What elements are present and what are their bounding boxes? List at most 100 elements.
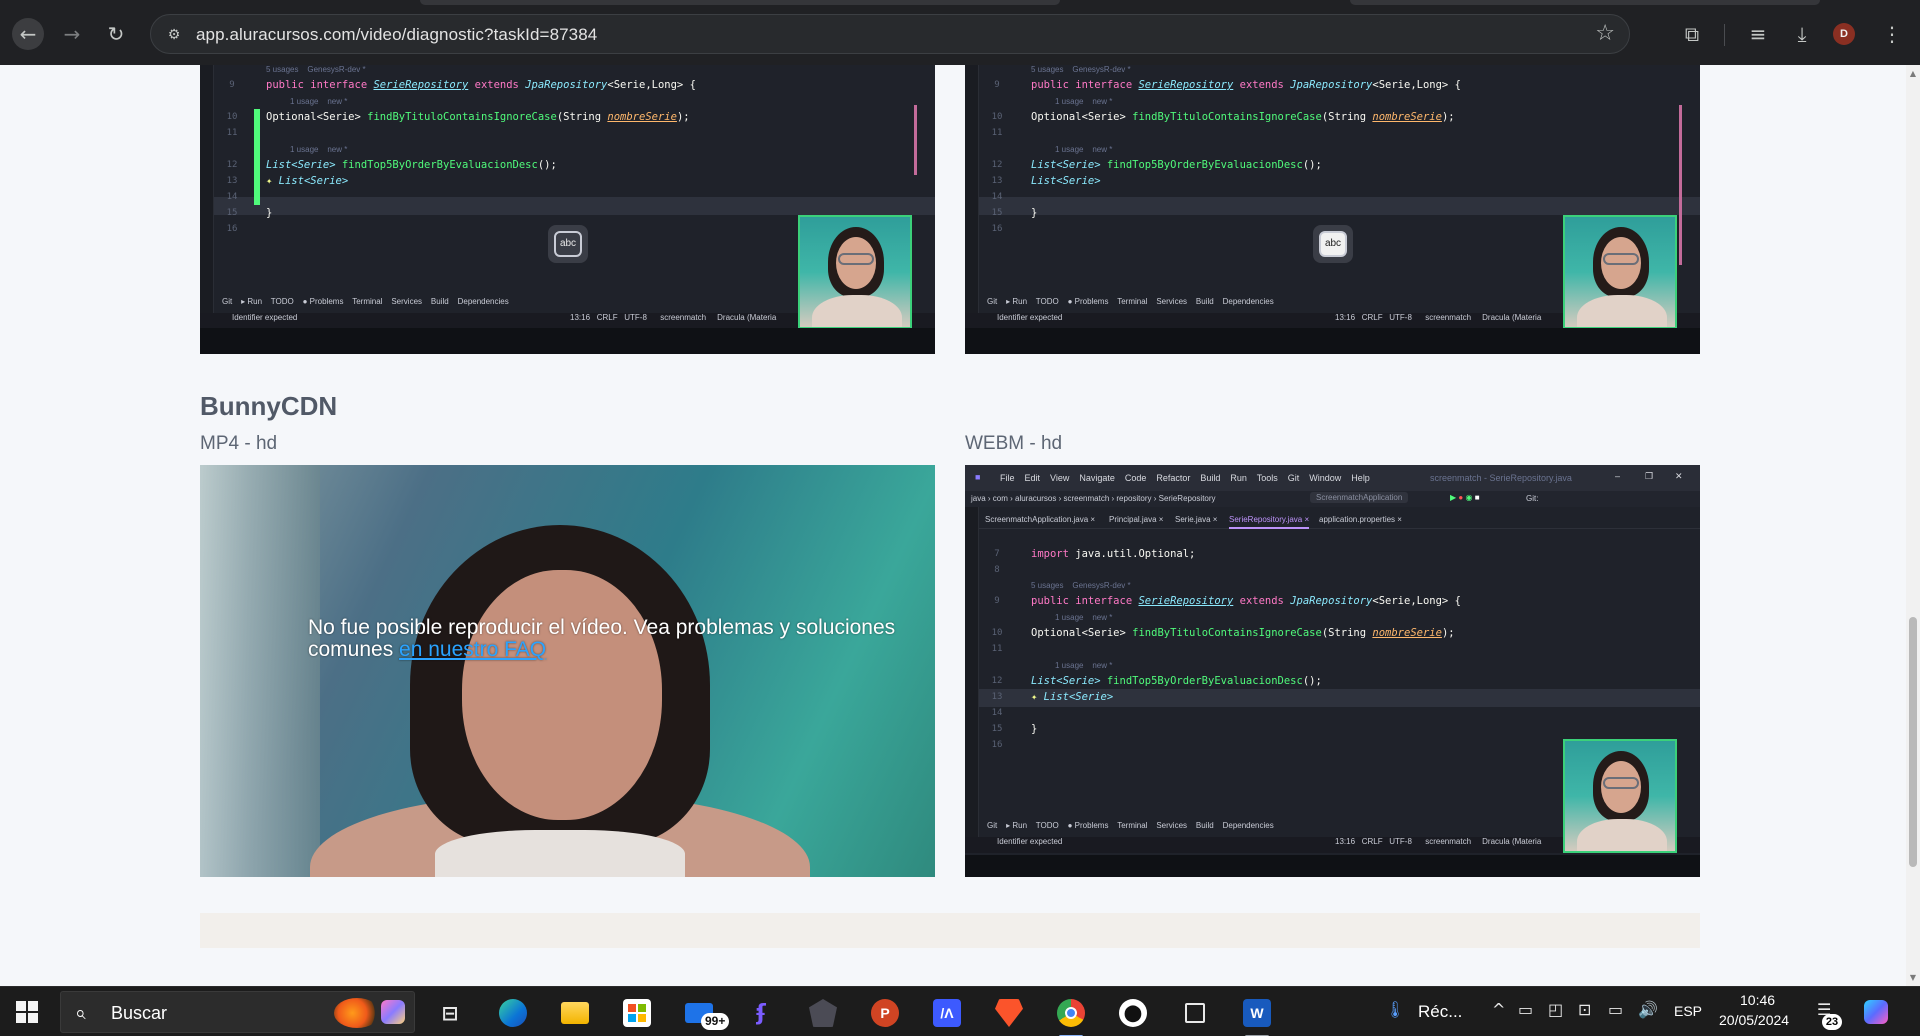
site-info-icon[interactable]: ⚙ (163, 24, 185, 46)
line-number: 15 (991, 724, 1003, 734)
weather-icon[interactable]: 🌡 (1385, 1000, 1405, 1019)
code-token: ); (676, 111, 690, 123)
line-number: 8 (994, 565, 1000, 575)
mp4-video-player[interactable]: No fue posible reproducir el vídeo. Vea … (200, 465, 935, 877)
code-token: public interface (266, 79, 374, 91)
video-frame-top-left[interactable]: 5 usages GenesysR-dev * 9 public interfa… (200, 65, 935, 354)
ide-meta: 1 usage new * (1055, 661, 1113, 670)
scroll-up-icon[interactable]: ▲ (1906, 69, 1920, 78)
windows-start-icon[interactable] (16, 1001, 38, 1023)
code-line: List<Serie> (1031, 175, 1101, 187)
ide-window-title: screenmatch - SerieRepository.java (1430, 473, 1572, 483)
ide-tab: Serie.java × (1175, 515, 1218, 524)
chrome-icon[interactable] (1047, 993, 1095, 1036)
code-line: Optional<Serie> findByTituloContainsIgno… (1031, 627, 1455, 639)
code-token: Optional<Serie> (1031, 627, 1133, 639)
minimize-icon: – (1615, 471, 1621, 481)
clock-time[interactable]: 10:46 (1740, 992, 1775, 1008)
mail-icon[interactable]: 99+ (675, 993, 730, 1033)
code-token: List<Serie> (1031, 175, 1101, 187)
code-token: (); (1302, 159, 1322, 171)
ide-current-line (214, 197, 935, 215)
ide-meta: 1 usage new * (290, 97, 348, 106)
faq-link[interactable]: en nuestro FAQ (399, 638, 546, 661)
avatar[interactable]: D (1833, 23, 1855, 45)
download-icon[interactable]: ⤓ (1786, 18, 1818, 50)
copilot-icon[interactable] (1864, 1000, 1888, 1024)
word-icon[interactable]: W (1233, 993, 1281, 1036)
section-title: BunnyCDN (200, 391, 338, 421)
microsoft-store-icon[interactable] (613, 993, 661, 1033)
meet-now-icon[interactable]: ◰ (1548, 1000, 1563, 1019)
ide-breadcrumb: java › com › aluracursos › screenmatch ›… (971, 494, 1216, 503)
keyboard-overlay: abc (1313, 225, 1353, 263)
brave-icon[interactable] (985, 993, 1033, 1033)
code-line: List<Serie> findTop5ByOrderByEvaluacionD… (266, 159, 557, 171)
ide-menubar: ■ File Edit View Navigate Code Refactor … (965, 465, 1700, 491)
network-icon[interactable]: ⊡ (1578, 1000, 1591, 1019)
task-view-icon[interactable]: ⊟ (426, 993, 474, 1033)
file-explorer-icon[interactable] (551, 993, 599, 1033)
powerpoint-icon[interactable]: P (861, 993, 909, 1033)
weather-text[interactable]: Réc... (1418, 1002, 1462, 1022)
page-content: 5 usages GenesysR-dev * 9 public interfa… (0, 65, 1906, 986)
more-vert-icon[interactable]: ⋮ (1876, 18, 1908, 50)
remote-desktop-icon[interactable]: ▭ (1518, 1000, 1533, 1019)
obsidian-icon[interactable] (799, 993, 847, 1033)
webm-video-player[interactable]: ■ File Edit View Navigate Code Refactor … (965, 465, 1700, 877)
code-token: java.util.Optional; (1075, 548, 1196, 560)
taskbar-search[interactable]: ⌕ Buscar (60, 991, 415, 1033)
extensions-icon[interactable]: ⧉ (1676, 18, 1708, 50)
ide-meta: 1 usage new * (1055, 613, 1113, 622)
page-footer-strip (200, 913, 1700, 948)
code-line: } (266, 207, 273, 219)
chevron-up-icon[interactable]: ^ (1492, 1000, 1505, 1019)
arrow-left-icon[interactable]: ← (12, 18, 44, 50)
page-scrollbar[interactable]: ▲ ▼ (1906, 65, 1920, 986)
abc-icon: abc (1319, 231, 1347, 257)
star-icon[interactable]: ☆ (1595, 21, 1615, 46)
code-token: extends (468, 79, 526, 91)
ide-menu-items: File Edit View Navigate Code Refactor Bu… (1000, 473, 1370, 483)
figma-icon[interactable]: ʄ (737, 993, 785, 1033)
github-icon[interactable]: ⬤ (1109, 993, 1157, 1033)
ide-current-line (979, 197, 1700, 215)
ide-tab-active: SerieRepository.java × (1229, 515, 1310, 529)
line-number: 12 (991, 676, 1003, 686)
code-line: } (1031, 207, 1038, 219)
volume-icon[interactable]: 🔊 (1638, 1000, 1658, 1019)
video-background (200, 465, 320, 877)
battery-icon[interactable]: ▭ (1608, 1000, 1623, 1019)
arrow-right-icon[interactable]: → (56, 18, 88, 50)
ide-left-tool-strip (200, 65, 214, 320)
windows-taskbar: ⌕ Buscar ⊟ 99+ ʄ P /Λ ⬤ W 🌡 Réc... ^ ▭ ◰… (0, 986, 1920, 1036)
code-token: <Serie,Long> { (607, 79, 696, 91)
clock-date[interactable]: 20/05/2024 (1719, 1012, 1789, 1028)
webcam-overlay (1563, 215, 1677, 329)
reload-icon[interactable]: ↻ (100, 18, 132, 50)
line-number: 9 (994, 80, 1000, 90)
scroll-down-icon[interactable]: ▼ (1906, 973, 1920, 982)
line-number: 14 (226, 192, 238, 202)
video-frame-top-right[interactable]: 5 usages GenesysR-dev * 9 public interfa… (965, 65, 1700, 354)
mural-icon[interactable]: /Λ (923, 993, 971, 1033)
line-number: 9 (229, 80, 235, 90)
search-highlight-icon (334, 998, 380, 1028)
code-token: (String (556, 111, 608, 123)
tab-strip (1350, 0, 1820, 5)
language-indicator[interactable]: ESP (1674, 1003, 1702, 1019)
ide-left-tool-strip (965, 65, 979, 320)
url-text[interactable]: app.aluracursos.com/video/diagnostic?tas… (196, 25, 597, 45)
terminal-icon[interactable] (1171, 993, 1219, 1033)
code-token: findTop5ByOrderByEvaluacionDesc (341, 159, 538, 171)
search-placeholder: Buscar (111, 1003, 168, 1023)
address-bar[interactable]: ⚙ app.aluracursos.com/video/diagnostic?t… (150, 14, 1630, 54)
line-number: 15 (991, 208, 1003, 218)
edge-icon[interactable] (489, 993, 537, 1033)
scroll-thumb[interactable] (1909, 617, 1917, 867)
intellij-icon: ■ (975, 472, 981, 482)
video-person (462, 570, 662, 820)
media-controls-icon[interactable]: ≡ (1742, 18, 1774, 50)
video-person (435, 830, 685, 877)
webcam-overlay (798, 215, 912, 329)
